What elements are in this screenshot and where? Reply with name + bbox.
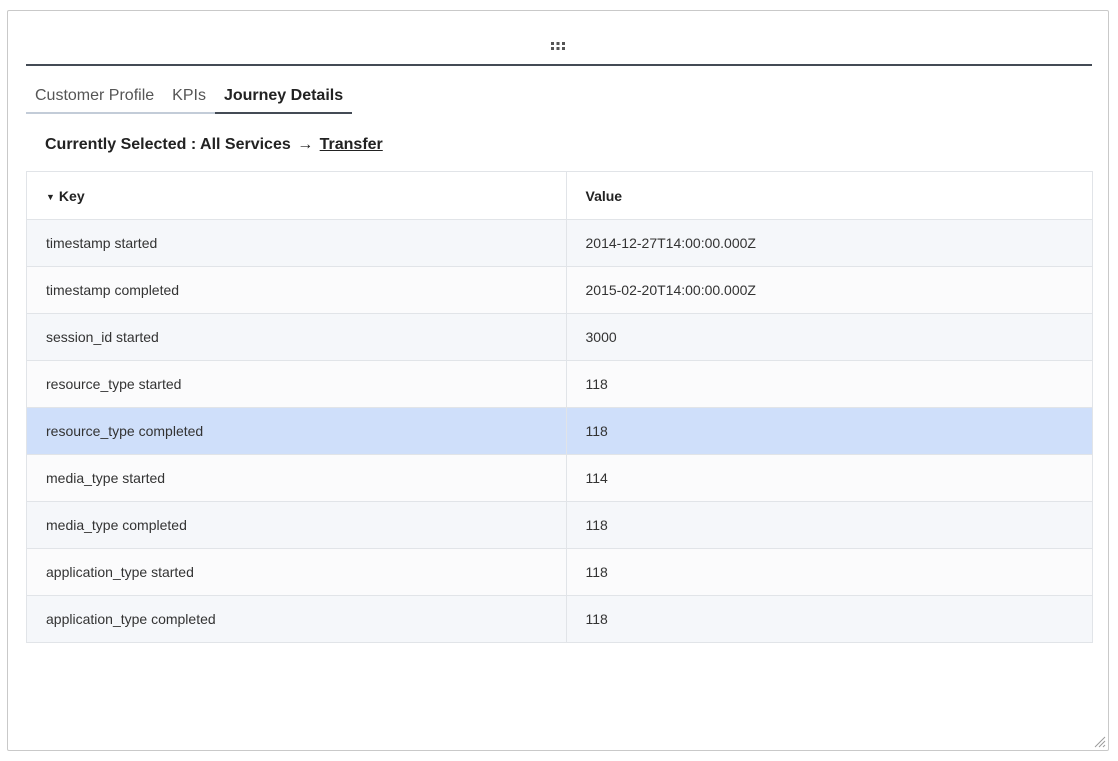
tab-journey-details[interactable]: Journey Details bbox=[214, 85, 353, 114]
sort-down-icon[interactable]: ▼ bbox=[46, 192, 55, 202]
drag-handle-icon[interactable] bbox=[550, 42, 566, 50]
cell-value: 118 bbox=[565, 360, 1092, 408]
drag-handle[interactable] bbox=[8, 37, 1108, 51]
table-row[interactable]: media_type started 114 bbox=[27, 454, 1092, 502]
cell-key: timestamp started bbox=[27, 219, 566, 267]
cell-key: resource_type started bbox=[27, 360, 566, 408]
tab-kpis[interactable]: KPIs bbox=[163, 85, 215, 114]
cell-value: 118 bbox=[565, 501, 1092, 549]
selection-prefix: Currently Selected : All Services bbox=[45, 136, 291, 153]
column-header-value-label: Value bbox=[585, 187, 623, 204]
cell-key: application_type completed bbox=[27, 595, 566, 642]
column-header-value[interactable]: Value bbox=[565, 172, 1092, 220]
cell-key: media_type completed bbox=[27, 501, 566, 549]
cell-key: application_type started bbox=[27, 548, 566, 596]
table-row[interactable]: resource_type completed 118 bbox=[27, 407, 1092, 455]
cell-value: 118 bbox=[565, 548, 1092, 596]
cell-value: 114 bbox=[565, 454, 1092, 502]
table-row[interactable]: resource_type started 118 bbox=[27, 360, 1092, 408]
journey-panel: Customer Profile KPIs Journey Details Cu… bbox=[7, 10, 1109, 751]
selection-link-transfer[interactable]: Transfer bbox=[320, 136, 383, 153]
cell-value: 3000 bbox=[565, 313, 1092, 361]
table-row[interactable]: session_id started 3000 bbox=[27, 313, 1092, 361]
cell-value: 118 bbox=[565, 407, 1092, 455]
tab-bar: Customer Profile KPIs Journey Details bbox=[26, 85, 353, 114]
current-selection: Currently Selected : All Services → Tran… bbox=[45, 136, 383, 154]
arrow-right-icon: → bbox=[297, 136, 314, 153]
table-row[interactable]: media_type completed 118 bbox=[27, 501, 1092, 549]
column-header-key-label: Key bbox=[58, 187, 85, 204]
table-row[interactable]: timestamp started 2014-12-27T14:00:00.000… bbox=[27, 219, 1092, 267]
cell-key: media_type started bbox=[27, 454, 566, 502]
table-row[interactable]: application_type started 118 bbox=[27, 548, 1092, 596]
column-header-key[interactable]: ▼ Key bbox=[27, 172, 566, 220]
cell-key: session_id started bbox=[27, 313, 566, 361]
cell-key: timestamp completed bbox=[27, 266, 566, 314]
header-divider bbox=[26, 64, 1092, 66]
table-row[interactable]: application_type completed 118 bbox=[27, 595, 1092, 642]
resize-grip-icon[interactable] bbox=[1094, 736, 1106, 748]
cell-value: 2014-12-27T14:00:00.000Z bbox=[565, 219, 1092, 267]
cell-value: 118 bbox=[565, 595, 1092, 642]
table-row[interactable]: timestamp completed 2015-02-20T14:00:00.0… bbox=[27, 266, 1092, 314]
details-table-container: ▼ Key Value timestamp started 2014-12-27T1… bbox=[26, 171, 1093, 643]
cell-value: 2015-02-20T14:00:00.000Z bbox=[565, 266, 1092, 314]
table-header-row: ▼ Key Value bbox=[27, 172, 1092, 220]
details-table: ▼ Key Value timestamp started 2014-12-27T1… bbox=[27, 172, 1092, 642]
cell-key: resource_type completed bbox=[27, 407, 566, 455]
tab-customer-profile[interactable]: Customer Profile bbox=[26, 85, 163, 114]
